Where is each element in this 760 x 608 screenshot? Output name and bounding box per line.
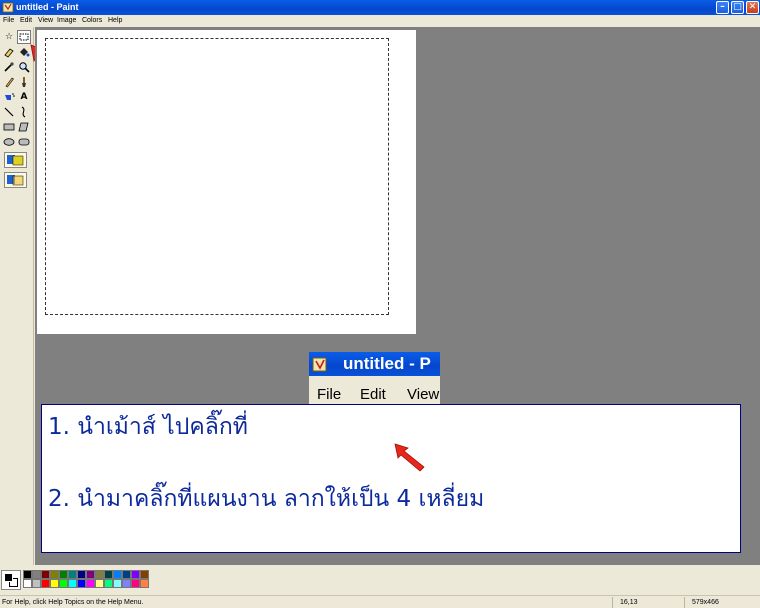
inset-menu-file: File [317, 386, 342, 403]
status-cursor-position: 16,13 [620, 599, 638, 606]
inset-menu-edit: Edit [360, 386, 386, 403]
palette-swatch[interactable] [113, 579, 122, 588]
palette-swatch[interactable] [140, 579, 149, 588]
drawing-canvas[interactable] [37, 30, 416, 334]
status-separator [684, 597, 685, 608]
instruction-step-1: 1. นำเม้าส์ ไปคลิ๊กที่ [48, 414, 248, 440]
palette-swatch[interactable] [86, 570, 95, 579]
color-picker-icon[interactable] [2, 60, 16, 74]
menu-view[interactable]: View [38, 16, 53, 26]
rounded-rectangle-tool-icon[interactable] [17, 135, 31, 149]
color-palette [0, 565, 760, 594]
palette-swatch[interactable] [32, 570, 41, 579]
palette-swatch[interactable] [95, 570, 104, 579]
status-bar: For Help, click Help Topics on the Help … [0, 595, 760, 608]
line-tool-icon[interactable] [2, 105, 16, 119]
palette-swatch[interactable] [50, 570, 59, 579]
inset-window-title: untitled - P [343, 354, 431, 373]
maximize-button[interactable]: □ [731, 1, 744, 14]
menu-help[interactable]: Help [108, 16, 122, 26]
palette-swatch[interactable] [131, 570, 140, 579]
rectangle-tool-icon[interactable] [2, 120, 16, 134]
window-title: untitled - Paint [16, 2, 79, 12]
brush-icon[interactable] [17, 75, 31, 89]
minimize-button[interactable]: – [716, 1, 729, 14]
status-help-text: For Help, click Help Topics on the Help … [2, 599, 144, 606]
menu-image[interactable]: Image [57, 16, 76, 26]
inset-pointer-arrow-icon [394, 443, 425, 472]
text-tool-icon[interactable]: A [17, 90, 31, 104]
inset-menu-view: View [407, 386, 440, 403]
rectangle-selection[interactable] [45, 38, 389, 315]
eraser-icon[interactable] [2, 45, 16, 59]
paint-window: untitled - Paint – □ ✕ File Edit View Im… [0, 0, 760, 608]
palette-swatch[interactable] [77, 570, 86, 579]
opaque-selection-option-icon[interactable] [4, 152, 27, 168]
instruction-box: 1. นำเม้าส์ ไปคลิ๊กที่ 2. นำมาคลิ๊กที่แผ… [41, 404, 741, 553]
palette-swatch[interactable] [59, 579, 68, 588]
transparent-selection-option-icon[interactable] [4, 172, 27, 188]
pencil-icon[interactable] [2, 75, 16, 89]
status-canvas-size: 579x466 [692, 599, 719, 606]
palette-swatch[interactable] [68, 570, 77, 579]
palette-swatch[interactable] [122, 579, 131, 588]
menu-edit[interactable]: Edit [20, 16, 32, 26]
palette-swatch[interactable] [77, 579, 86, 588]
title-bar[interactable]: untitled - Paint – □ ✕ [0, 0, 760, 15]
palette-swatch[interactable] [104, 570, 113, 579]
palette-swatch[interactable] [41, 579, 50, 588]
palette-swatch[interactable] [140, 570, 149, 579]
instruction-step-2: 2. นำมาคลิ๊กที่แผนงาน ลากให้เป็น 4 เหลี่… [48, 486, 485, 512]
palette-swatch[interactable] [23, 570, 32, 579]
paint-app-icon [2, 2, 14, 13]
inset-title-bar: untitled - P [309, 352, 440, 376]
palette-swatch[interactable] [131, 579, 140, 588]
menu-bar: File Edit View Image Colors Help [0, 15, 760, 27]
palette-swatch[interactable] [95, 579, 104, 588]
airbrush-icon[interactable] [2, 90, 16, 104]
palette-swatch[interactable] [122, 570, 131, 579]
free-form-select-icon[interactable]: ☆ [2, 30, 16, 44]
menu-colors[interactable]: Colors [82, 16, 102, 26]
foreground-color [4, 573, 13, 582]
tool-box: ☆ A [0, 27, 34, 565]
palette-swatch[interactable] [32, 579, 41, 588]
palette-swatch[interactable] [86, 579, 95, 588]
ellipse-tool-icon[interactable] [2, 135, 16, 149]
palette-swatch[interactable] [113, 570, 122, 579]
curve-tool-icon[interactable] [17, 105, 31, 119]
menu-file[interactable]: File [3, 16, 14, 26]
palette-swatch[interactable] [59, 570, 68, 579]
close-button[interactable]: ✕ [746, 1, 759, 14]
status-separator [612, 597, 613, 608]
palette-swatch[interactable] [68, 579, 77, 588]
palette-swatch[interactable] [23, 579, 32, 588]
current-colors[interactable] [1, 570, 21, 590]
palette-swatch[interactable] [41, 570, 50, 579]
palette-swatch[interactable] [104, 579, 113, 588]
paint-app-icon [312, 357, 327, 372]
polygon-tool-icon[interactable] [17, 120, 31, 134]
palette-swatch[interactable] [50, 579, 59, 588]
